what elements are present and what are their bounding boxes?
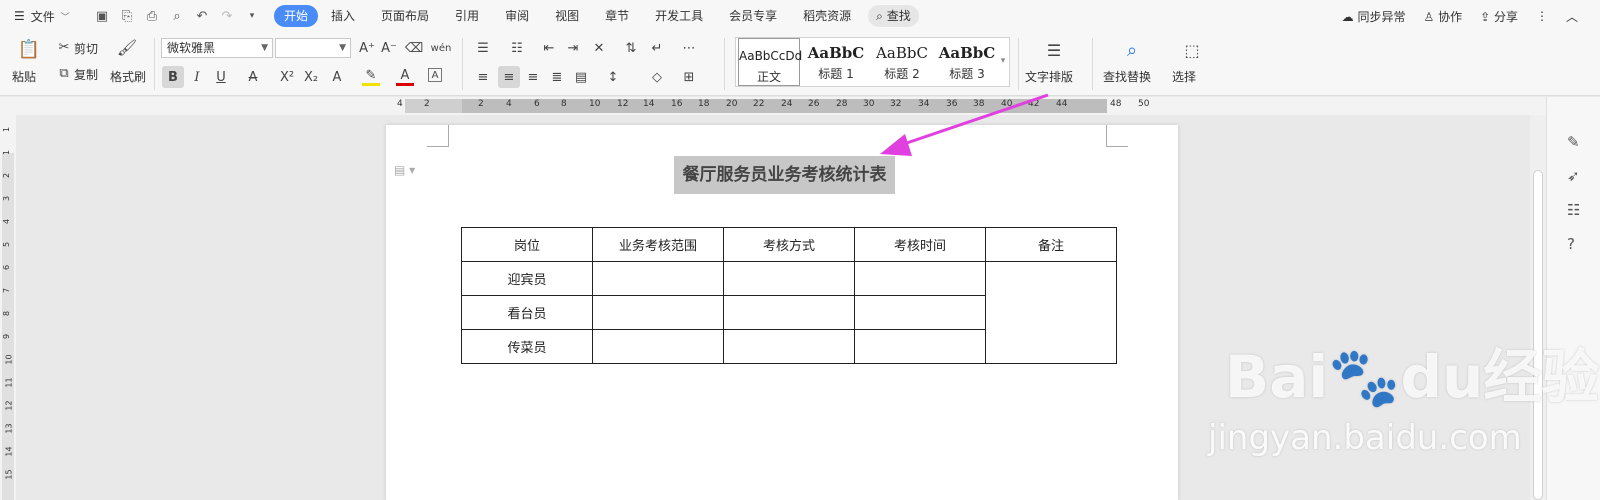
help-icon[interactable]: ?	[1567, 235, 1575, 253]
paw-icon: 🐾	[1328, 343, 1401, 411]
settings-sliders-icon[interactable]: ☷	[1567, 201, 1580, 219]
baidu-watermark: Bai🐾du经验	[1225, 330, 1599, 414]
watermark-brand2: 经验	[1483, 343, 1600, 411]
right-side-panel: ✎ ➶ ☷ ?	[1546, 97, 1600, 500]
pen-icon[interactable]: ✎	[1567, 133, 1580, 151]
watermark-brand: Bai	[1225, 343, 1329, 411]
vertical-scrollbar[interactable]	[1530, 115, 1546, 500]
pointer-icon[interactable]: ➶	[1567, 167, 1580, 185]
watermark-url: jingyan.baidu.com	[1208, 418, 1522, 458]
watermark-brand-suffix: du	[1400, 343, 1484, 411]
